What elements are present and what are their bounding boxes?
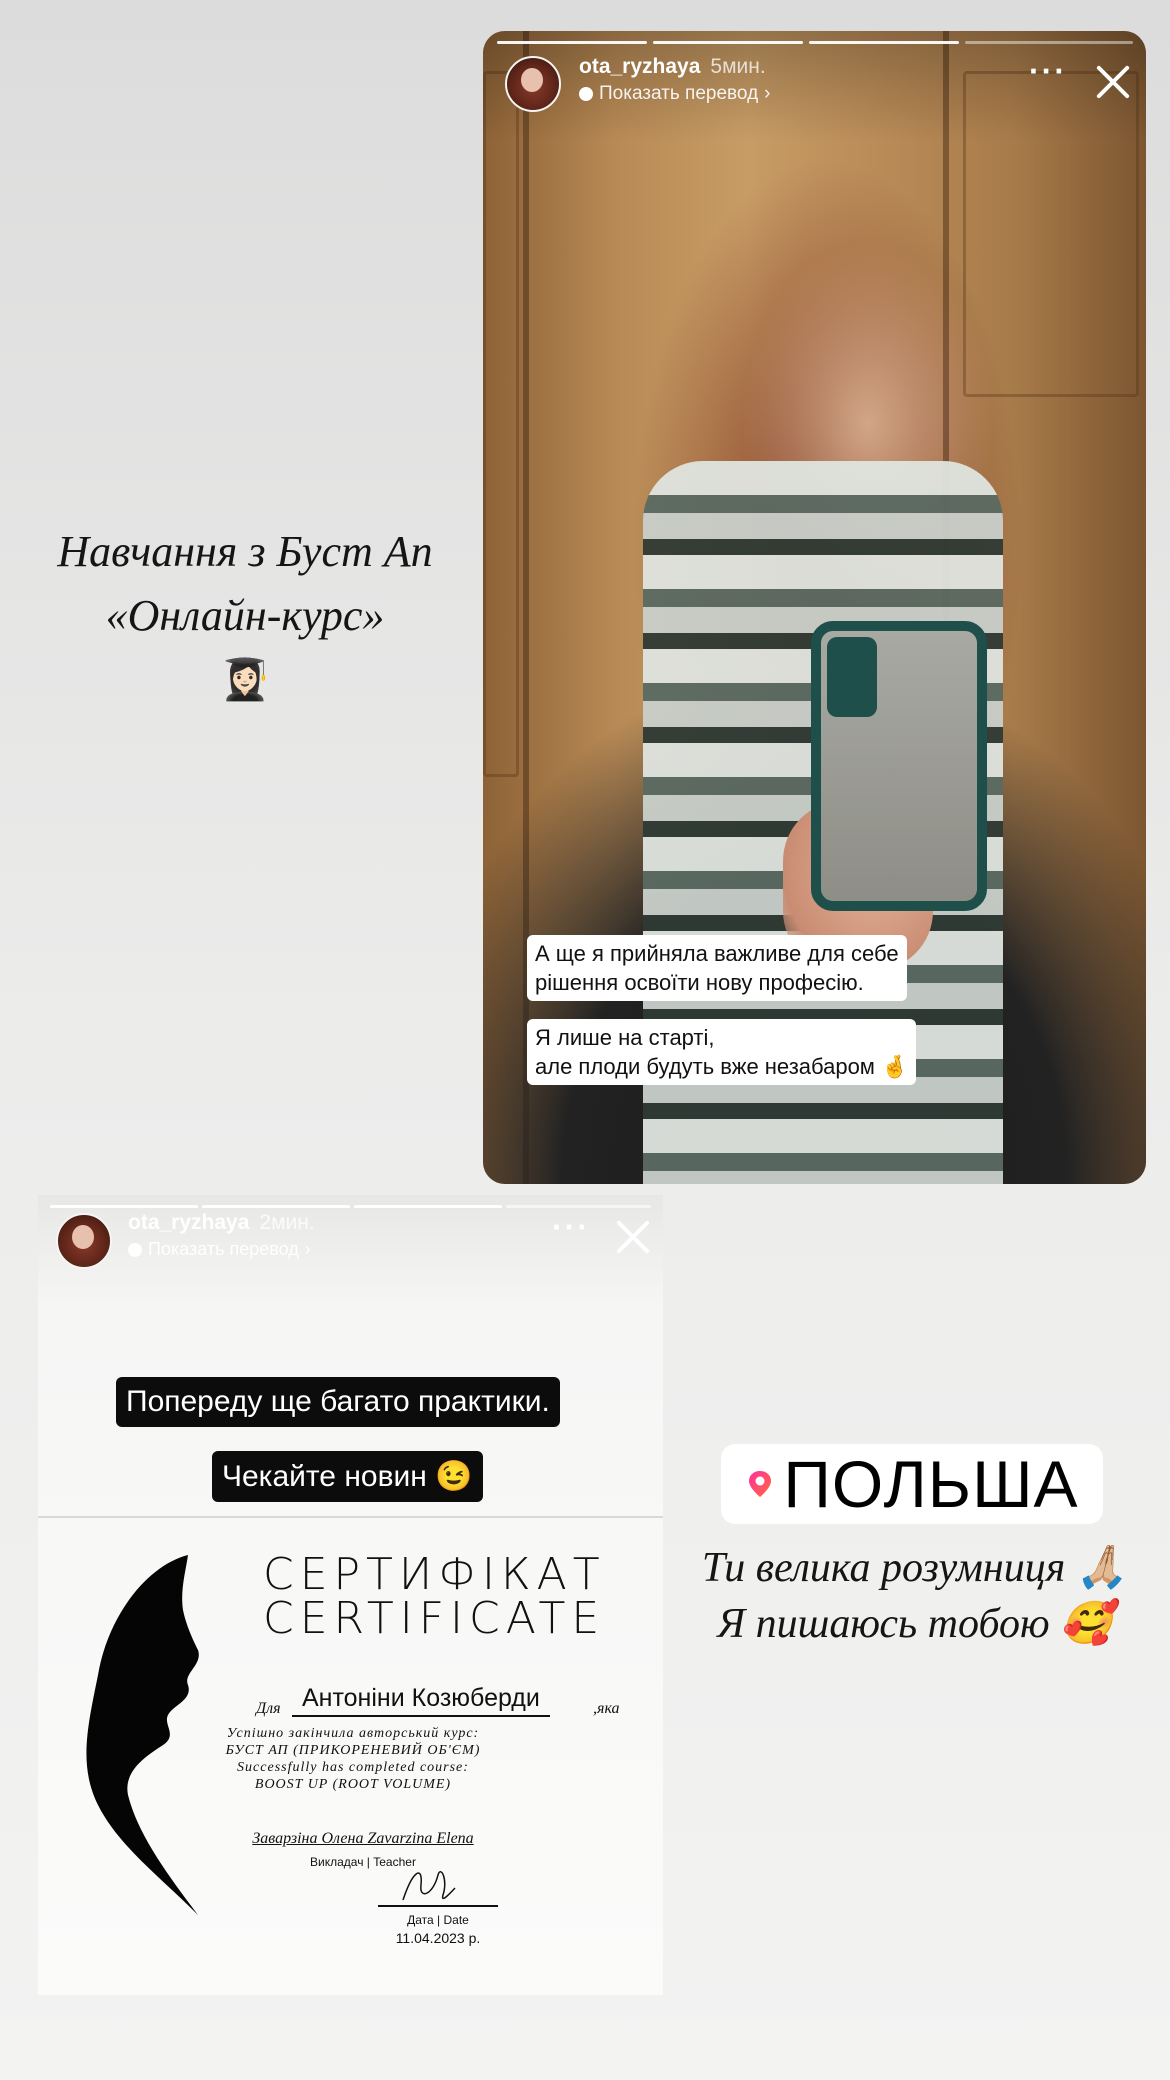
close-icon[interactable] <box>1093 62 1133 102</box>
certificate-date: 11.04.2023 р. <box>395 1930 481 1946</box>
translate-icon <box>128 1242 142 1257</box>
phone-in-hand <box>811 621 987 911</box>
phone-camera-bump <box>827 637 877 717</box>
certificate-top-edge <box>38 1516 663 1518</box>
certificate-for-label: Для <box>256 1700 281 1717</box>
location-sticker[interactable]: ПОЛЬША <box>721 1444 1103 1524</box>
certificate-teacher-name: Заварзіна Олена Zavarzina Elena <box>252 1830 474 1847</box>
post-time: 2мин. <box>259 1211 315 1234</box>
avatar[interactable] <box>505 56 561 112</box>
username[interactable]: ota_ryzhaya 5мин. <box>579 55 766 79</box>
username[interactable]: ota_ryzhaya 2мин. <box>128 1211 315 1235</box>
story-progress-segment <box>809 41 959 44</box>
certificate-which-label: ,яка <box>593 1700 620 1717</box>
graduate-emoji: 👩🏻‍🎓 <box>220 657 270 702</box>
caption-line-1: Ти велика розумниця 🙏🏼 <box>701 1545 1129 1591</box>
story-screenshot-bottom: ota_ryzhaya 2мин. Показать перевод › ··· … <box>38 1195 663 1995</box>
certificate-date-label: Дата | Date <box>407 1913 469 1927</box>
story-progress-segment <box>653 41 803 44</box>
story-progress-segment <box>497 41 647 44</box>
caption-line-1: Навчання з Буст Ап <box>57 527 433 576</box>
story-progress-segment <box>50 1205 198 1208</box>
location-pin-icon <box>749 1471 772 1497</box>
signature-line <box>378 1905 498 1907</box>
left-caption: Навчання з Буст Ап «Онлайн-курс» 👩🏻‍🎓 <box>0 520 490 712</box>
avatar[interactable] <box>56 1213 112 1269</box>
story-progress-segment <box>506 1205 651 1208</box>
certificate-recipient: Антоніни Козюберди <box>292 1684 550 1717</box>
caption-pill: Попереду ще багато практики. <box>116 1377 560 1427</box>
story-progress-segment <box>354 1205 502 1208</box>
caption-pill: Чекайте новин 😉 <box>212 1451 483 1502</box>
more-options-icon[interactable]: ··· <box>1029 55 1067 87</box>
story-progress-segment <box>965 41 1133 44</box>
show-translation-link[interactable]: Показать перевод › <box>579 83 770 105</box>
right-caption: Ти велика розумниця 🙏🏼 Я пишаюсь тобою 🥰 <box>675 1540 1155 1652</box>
caption-line-2: Я пишаюсь тобою 🥰 <box>717 1601 1113 1647</box>
story-screenshot-top: ota_ryzhaya 5мин. Показать перевод › ··· … <box>483 31 1146 1184</box>
caption-line-2: «Онлайн-курс» <box>105 591 385 640</box>
chevron-right-icon: › <box>764 83 771 104</box>
close-icon[interactable] <box>613 1217 653 1257</box>
story-progress-segment <box>202 1205 350 1208</box>
translate-icon <box>579 87 593 101</box>
text-sticker: Я лише на старті, але плоди будуть вже н… <box>527 1019 917 1085</box>
more-options-icon[interactable]: ··· <box>552 1211 590 1243</box>
text-sticker: А ще я прийняла важливе для себе рішення… <box>527 935 907 1001</box>
post-time: 5мин. <box>710 55 766 78</box>
location-label: ПОЛЬША <box>783 1447 1079 1521</box>
signature-mark <box>402 1871 456 1901</box>
chevron-right-icon: › <box>304 1239 311 1259</box>
certificate-course-text: Успішно закінчила авторський курс: БУСТ … <box>225 1726 481 1792</box>
certificate-title: СЕРТИФІКАТ CERTIFICATE <box>263 1549 606 1644</box>
show-translation-link[interactable]: Показать перевод › <box>128 1239 311 1260</box>
